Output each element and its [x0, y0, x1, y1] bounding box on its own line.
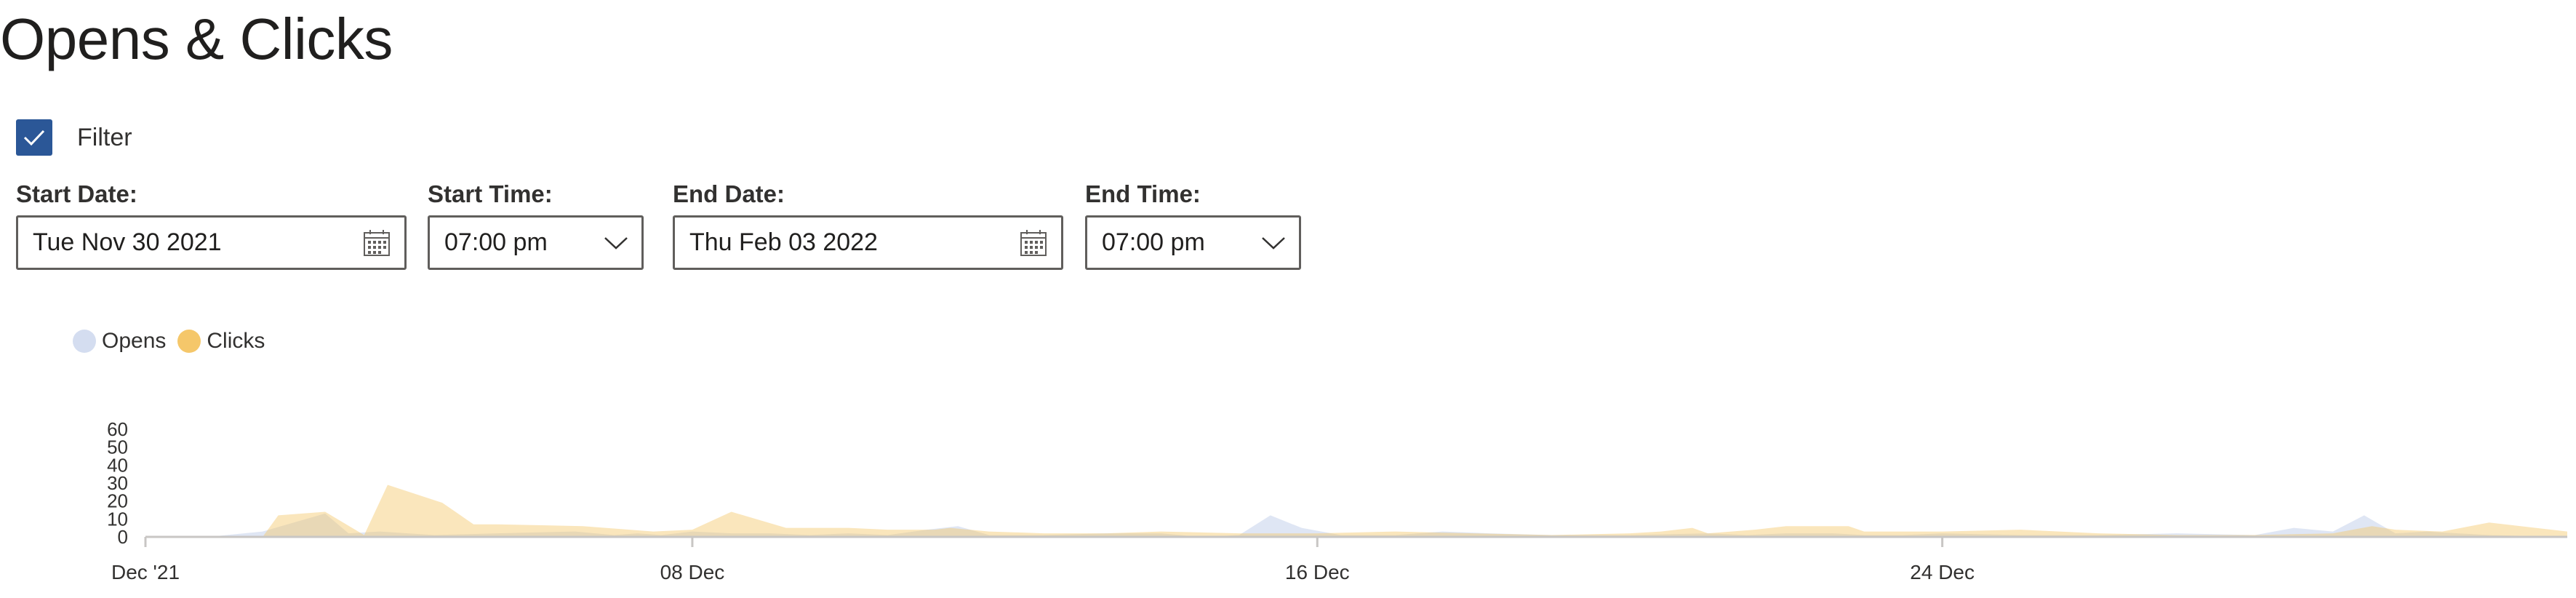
x-tick-label: Dec '21 [111, 561, 180, 583]
x-tick-label: 16 Dec [1285, 561, 1350, 583]
chevron-down-icon [1262, 236, 1285, 250]
filter-toggle[interactable]: Filter [16, 119, 132, 156]
x-tick-label: 08 Dec [660, 561, 725, 583]
legend-label-clicks: Clicks [207, 329, 265, 353]
start-date-picker[interactable]: Tue Nov 30 2021 [16, 215, 407, 270]
checkmark-icon [23, 129, 45, 146]
start-date-field: Start Date: Tue Nov 30 2021 [16, 180, 407, 270]
legend-item-clicks[interactable]: Clicks [177, 329, 265, 354]
chart-legend: Opens Clicks [73, 329, 276, 354]
y-axis: 6050403020100 [107, 418, 128, 548]
start-time-field: Start Time: 07:00 pm [428, 180, 644, 270]
end-time-value: 07:00 pm [1102, 228, 1205, 256]
end-time-dropdown[interactable]: 07:00 pm [1085, 215, 1301, 270]
page-title: Opens & Clicks [0, 7, 393, 71]
legend-item-opens[interactable]: Opens [73, 329, 166, 354]
calendar-icon[interactable] [1019, 228, 1048, 258]
start-time-dropdown[interactable]: 07:00 pm [428, 215, 644, 270]
clicks-swatch [177, 330, 201, 353]
end-time-label: End Time: [1085, 180, 1201, 207]
start-time-label: Start Time: [428, 180, 553, 207]
filter-checkbox[interactable] [16, 119, 52, 156]
chart-areas [145, 485, 2567, 537]
end-time-field: End Time: 07:00 pm [1085, 180, 1301, 270]
area-clicks[interactable] [145, 485, 2567, 537]
chevron-down-icon [604, 236, 628, 250]
legend-label-opens: Opens [102, 329, 167, 353]
start-time-value: 07:00 pm [444, 228, 548, 256]
end-date-value: Thu Feb 03 2022 [689, 228, 878, 256]
y-tick-label: 0 [118, 526, 128, 548]
start-date-value: Tue Nov 30 2021 [33, 228, 222, 256]
end-date-label: End Date: [673, 180, 785, 207]
opens-swatch [73, 330, 96, 353]
x-tick-label: 24 Dec [1910, 561, 1975, 583]
start-date-label: Start Date: [16, 180, 137, 207]
x-axis: Dec '21 08 Dec 16 Dec 24 Dec [111, 537, 1975, 583]
filter-label: Filter [77, 123, 132, 151]
calendar-icon[interactable] [362, 228, 391, 258]
end-date-picker[interactable]: Thu Feb 03 2022 [673, 215, 1063, 270]
opens-clicks-chart: 6050403020100 Dec '21 08 Dec 16 Dec 24 Dec [107, 418, 2567, 583]
end-date-field: End Date: Thu Feb 03 2022 [673, 180, 1063, 270]
